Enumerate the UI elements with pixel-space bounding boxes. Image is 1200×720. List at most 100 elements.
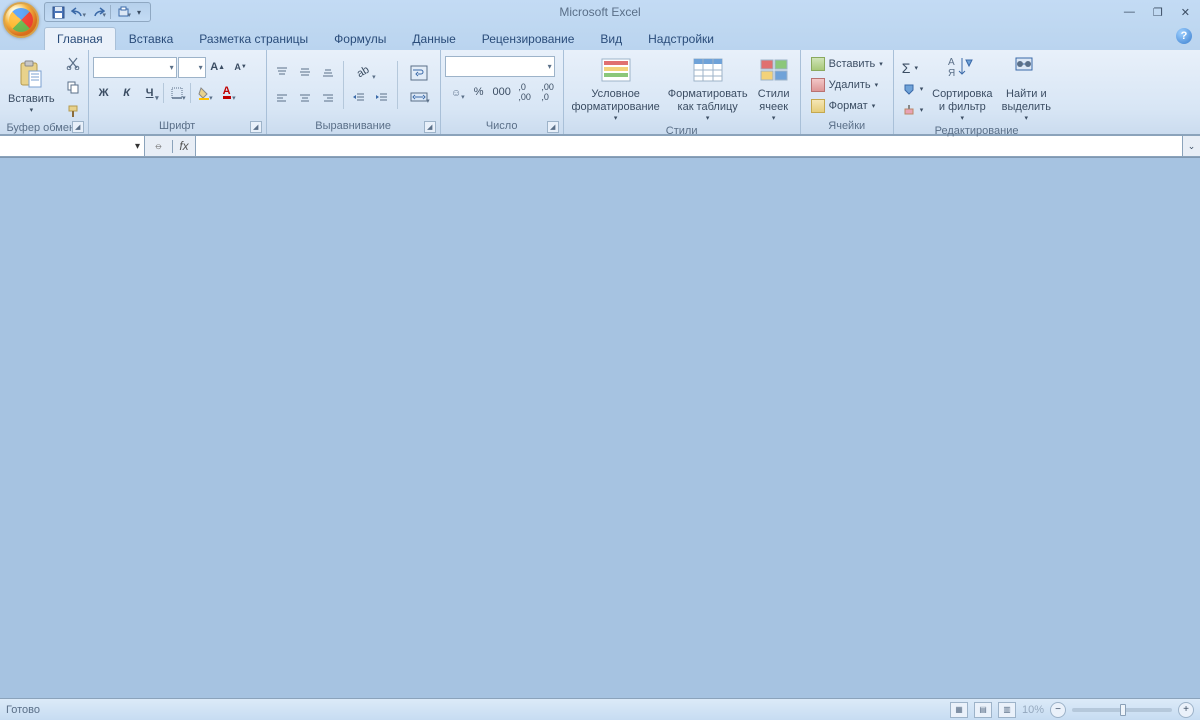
underline-icon[interactable]: Ч▾ xyxy=(139,82,161,104)
tab-insert[interactable]: Вставка xyxy=(116,27,187,50)
fx-icon[interactable]: fx xyxy=(173,139,195,153)
svg-text:Я: Я xyxy=(948,68,955,79)
quick-access-toolbar: ▾ ▾ ▾ ▾ xyxy=(44,2,151,22)
group-label-cells: Ячейки xyxy=(828,120,865,132)
group-number: ☺▾ % 000 ,0,00 ,00,0 Число ◢ xyxy=(441,50,564,134)
fmt-table-label: Форматировать как таблицу xyxy=(668,88,748,113)
bold-icon[interactable]: Ж xyxy=(93,82,115,104)
sort-filter-button[interactable]: AЯ Сортировка и фильтр▾ xyxy=(930,52,994,125)
font-name-combo[interactable] xyxy=(93,57,177,78)
decrease-decimal-icon[interactable]: ,00,0 xyxy=(537,81,559,103)
zoom-level[interactable]: 10% xyxy=(1022,704,1044,716)
decrease-indent-icon[interactable] xyxy=(348,87,370,109)
insert-cells-button[interactable]: Вставить ▾ xyxy=(805,54,889,74)
autosum-button[interactable]: Σ ▾ xyxy=(898,58,928,78)
comma-style-icon[interactable]: 000 xyxy=(491,81,513,103)
accounting-format-icon[interactable]: ☺▾ xyxy=(445,81,467,103)
wrap-text-icon[interactable] xyxy=(406,62,432,84)
merge-center-icon[interactable]: ▾ xyxy=(406,86,432,108)
format-as-table-button[interactable]: Форматировать как таблицу▾ xyxy=(667,52,749,125)
format-cells-button[interactable]: Формат ▾ xyxy=(805,96,889,116)
tab-view[interactable]: Вид xyxy=(587,27,635,50)
undo-icon[interactable]: ▾ xyxy=(69,4,87,20)
zoom-in-button[interactable]: + xyxy=(1178,702,1194,718)
help-icon[interactable]: ? xyxy=(1176,28,1192,44)
minimize-button[interactable]: — xyxy=(1124,6,1135,19)
copy-icon[interactable] xyxy=(62,76,84,98)
border-icon[interactable]: ▾ xyxy=(166,82,188,104)
view-page-layout-icon[interactable]: ▤ xyxy=(974,702,992,718)
wrap-merge-column: ▾ xyxy=(402,60,436,110)
group-label-font: Шрифт xyxy=(159,120,195,132)
group-label-clipboard: Буфер обмена xyxy=(6,122,81,134)
alignment-launcher-icon[interactable]: ◢ xyxy=(424,121,436,133)
orientation-icon[interactable]: ab▾ xyxy=(348,61,378,83)
number-launcher-icon[interactable]: ◢ xyxy=(547,121,559,133)
format-icon xyxy=(811,99,825,113)
status-bar: Готово ▦ ▤ ▥ 10% − + xyxy=(0,698,1200,720)
expand-formula-bar-icon[interactable]: ⌄ xyxy=(1182,136,1200,156)
title-bar: ▾ ▾ ▾ ▾ Microsoft Excel — ❐ ✕ xyxy=(0,0,1200,24)
group-label-styles: Стили xyxy=(666,125,698,137)
formula-input[interactable] xyxy=(195,136,1182,156)
print-preview-icon[interactable]: ▾ xyxy=(114,4,132,20)
font-size-combo[interactable] xyxy=(178,57,206,78)
conditional-formatting-button[interactable]: Условное форматирование▾ xyxy=(568,52,664,125)
restore-button[interactable]: ❐ xyxy=(1153,6,1163,19)
insert-icon xyxy=(811,57,825,71)
number-format-combo[interactable] xyxy=(445,56,555,77)
save-icon[interactable] xyxy=(49,4,67,20)
office-button[interactable] xyxy=(3,2,39,38)
cancel-formula-icon[interactable]: ⦵ xyxy=(145,140,173,153)
qat-customize-icon[interactable]: ▾ xyxy=(134,8,144,17)
italic-icon[interactable]: К xyxy=(116,82,138,104)
tab-formulas[interactable]: Формулы xyxy=(321,27,399,50)
increase-decimal-icon[interactable]: ,0,00 xyxy=(514,81,536,103)
name-box[interactable] xyxy=(0,136,145,156)
svg-text:☺: ☺ xyxy=(451,88,461,99)
cell-styles-button[interactable]: Стили ячеек▾ xyxy=(752,52,796,125)
percent-icon[interactable]: % xyxy=(468,81,490,103)
increase-indent-icon[interactable] xyxy=(371,87,393,109)
zoom-out-button[interactable]: − xyxy=(1050,702,1066,718)
font-color-icon[interactable]: A▾ xyxy=(216,82,238,104)
paste-button[interactable]: Вставить ▾ xyxy=(4,57,59,118)
delete-icon xyxy=(811,78,825,92)
tab-home[interactable]: Главная xyxy=(44,27,116,50)
worksheet-area[interactable] xyxy=(0,157,1200,698)
sort-filter-label: Сортировка и фильтр xyxy=(932,88,992,113)
shrink-font-icon[interactable]: A▼ xyxy=(230,56,252,78)
view-normal-icon[interactable]: ▦ xyxy=(950,702,968,718)
close-button[interactable]: ✕ xyxy=(1181,6,1190,19)
tab-data[interactable]: Данные xyxy=(399,27,468,50)
format-painter-icon[interactable] xyxy=(62,100,84,122)
align-top-icon[interactable] xyxy=(271,61,293,83)
ribbon-tabs: Главная Вставка Разметка страницы Формул… xyxy=(0,24,1200,50)
clear-button[interactable]: ▾ xyxy=(898,100,928,120)
tab-review[interactable]: Рецензирование xyxy=(469,27,588,50)
group-editing: Σ ▾ ▾ ▾ AЯ Сортировка и фильтр▾ Найти и … xyxy=(894,50,1060,134)
cut-icon[interactable] xyxy=(62,52,84,74)
fill-color-icon[interactable]: ▾ xyxy=(193,82,215,104)
paste-label: Вставить xyxy=(8,93,55,106)
ribbon: Вставить ▾ Буфер обмена ◢ xyxy=(0,50,1200,135)
find-select-label: Найти и выделить xyxy=(1001,88,1051,113)
tab-page-layout[interactable]: Разметка страницы xyxy=(186,27,321,50)
align-middle-icon[interactable] xyxy=(294,61,316,83)
fill-button[interactable]: ▾ xyxy=(898,79,928,99)
redo-icon[interactable]: ▾ xyxy=(89,4,107,20)
zoom-slider[interactable] xyxy=(1072,708,1172,712)
find-select-button[interactable]: Найти и выделить▾ xyxy=(997,52,1055,125)
clipboard-launcher-icon[interactable]: ◢ xyxy=(72,121,84,133)
align-center-icon[interactable] xyxy=(294,87,316,109)
view-page-break-icon[interactable]: ▥ xyxy=(998,702,1016,718)
tab-addins[interactable]: Надстройки xyxy=(635,27,727,50)
font-launcher-icon[interactable]: ◢ xyxy=(250,121,262,133)
cond-fmt-label: Условное форматирование xyxy=(571,88,659,113)
align-bottom-icon[interactable] xyxy=(317,61,339,83)
align-left-icon[interactable] xyxy=(271,87,293,109)
align-right-icon[interactable] xyxy=(317,87,339,109)
delete-cells-button[interactable]: Удалить ▾ xyxy=(805,75,889,95)
group-label-number: Число xyxy=(486,120,518,132)
grow-font-icon[interactable]: A▲ xyxy=(207,56,229,78)
